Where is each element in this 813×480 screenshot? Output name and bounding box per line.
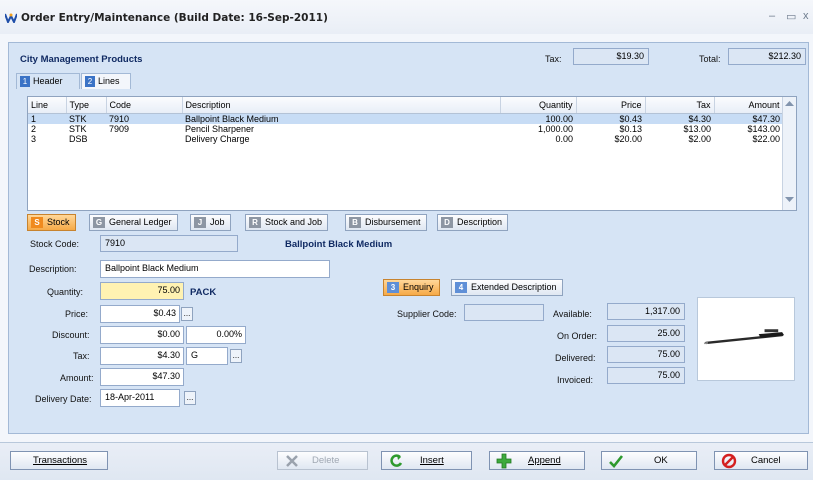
cancel-button[interactable]: Cancel <box>714 451 808 470</box>
supplier-code-field <box>464 304 544 321</box>
price-lookup-button[interactable]: ... <box>181 307 193 321</box>
amount-label: Amount: <box>60 373 94 383</box>
app-logo-icon <box>5 13 17 23</box>
price-label: Price: <box>65 309 89 319</box>
discount-label: Discount: <box>52 330 90 340</box>
insert-button[interactable]: Insert <box>381 451 472 470</box>
quantity-label: Quantity: <box>47 287 84 297</box>
stock-button[interactable]: S Stock <box>27 214 76 231</box>
column-header-tax[interactable]: Tax <box>645 97 715 114</box>
total-label: Total: <box>699 54 721 64</box>
delivery-date-field[interactable]: 18-Apr-2011 <box>100 389 180 407</box>
table-row[interactable]: 2 STK 7909 Pencil Sharpener 1,000.00 $0.… <box>28 124 783 134</box>
cancel-icon <box>721 453 737 469</box>
stock-code-field: 7910 <box>100 235 238 252</box>
table-row[interactable]: 3 DSB Delivery Charge 0.00 $20.00 $2.00 … <box>28 134 783 144</box>
available-value: 1,317.00 <box>607 303 685 320</box>
insert-arrow-icon <box>390 454 403 467</box>
disbursement-button[interactable]: B Disbursement <box>345 214 427 231</box>
table-row[interactable]: 1 STK 7910 Ballpoint Black Medium 100.00… <box>28 113 783 124</box>
discount-amount-field[interactable]: $0.00 <box>100 326 184 344</box>
description-field[interactable]: Ballpoint Black Medium <box>100 260 330 278</box>
company-name: City Management Products <box>20 54 143 65</box>
tax-total-value: $19.30 <box>573 48 649 65</box>
column-header-type[interactable]: Type <box>66 97 107 114</box>
tab-lines[interactable]: 2 Lines <box>81 73 131 89</box>
order-total-value: $212.30 <box>728 48 806 65</box>
column-header-line[interactable]: Line <box>28 97 67 114</box>
column-header-price[interactable]: Price <box>576 97 646 114</box>
amount-field[interactable]: $47.30 <box>100 368 184 386</box>
unit-label: PACK <box>190 287 217 298</box>
close-icon[interactable]: x <box>803 10 809 22</box>
scroll-up-icon[interactable] <box>785 100 794 106</box>
column-header-description[interactable]: Description <box>182 97 501 114</box>
scroll-down-icon[interactable] <box>785 197 794 203</box>
delivered-label: Delivered: <box>555 353 596 363</box>
calendar-button[interactable]: ... <box>184 391 196 405</box>
plus-icon <box>496 453 512 469</box>
maximize-icon[interactable]: ▭ <box>786 10 796 23</box>
transactions-button[interactable]: Transactions <box>10 451 108 470</box>
minimize-icon[interactable]: – <box>769 10 775 22</box>
general-ledger-button[interactable]: G General Ledger <box>89 214 178 231</box>
ok-button[interactable]: OK <box>601 451 697 470</box>
description-label: Description: <box>29 264 77 274</box>
tax-label: Tax: <box>545 54 562 64</box>
checkmark-icon <box>609 455 624 468</box>
column-header-quantity[interactable]: Quantity <box>500 97 577 114</box>
on-order-value: 25.00 <box>607 325 685 342</box>
product-image <box>697 297 795 381</box>
description-button[interactable]: D Description <box>437 214 509 231</box>
supplier-code-label: Supplier Code: <box>397 309 457 319</box>
delete-x-icon <box>286 455 298 467</box>
grid-header-row: Line Type Code Description Quantity Pric… <box>28 97 784 114</box>
tax-code-lookup-button[interactable]: ... <box>230 349 242 363</box>
order-lines-grid[interactable]: Line Type Code Description Quantity Pric… <box>27 96 797 211</box>
quantity-field[interactable]: 75.00 <box>100 282 184 300</box>
tab-header[interactable]: 1 Header <box>16 73 80 89</box>
stock-name-display: Ballpoint Black Medium <box>285 239 393 250</box>
grid-scrollbar[interactable] <box>782 97 796 210</box>
column-header-amount[interactable]: Amount <box>714 97 784 114</box>
available-label: Available: <box>553 309 592 319</box>
discount-percent-field[interactable]: 0.00% <box>186 326 246 344</box>
column-header-code[interactable]: Code <box>106 97 183 114</box>
stock-and-job-button[interactable]: R Stock and Job <box>245 214 329 231</box>
price-field[interactable]: $0.43 <box>100 305 180 323</box>
stock-code-label: Stock Code: <box>30 239 80 249</box>
tax-label: Tax: <box>73 351 90 361</box>
delivery-date-label: Delivery Date: <box>35 394 92 404</box>
enquiry-button[interactable]: 3 Enquiry <box>383 279 440 296</box>
job-button[interactable]: J Job <box>190 214 231 231</box>
tax-amount-field[interactable]: $4.30 <box>100 347 184 365</box>
invoiced-label: Invoiced: <box>557 375 594 385</box>
window-title: Order Entry/Maintenance (Build Date: 16-… <box>21 12 328 24</box>
delete-button[interactable]: Delete <box>277 451 368 470</box>
invoiced-value: 75.00 <box>607 367 685 384</box>
tax-code-field[interactable]: G <box>186 347 228 365</box>
on-order-label: On Order: <box>557 331 598 341</box>
delivered-value: 75.00 <box>607 346 685 363</box>
append-button[interactable]: Append <box>489 451 585 470</box>
extended-description-button[interactable]: 4 Extended Description <box>451 279 563 296</box>
